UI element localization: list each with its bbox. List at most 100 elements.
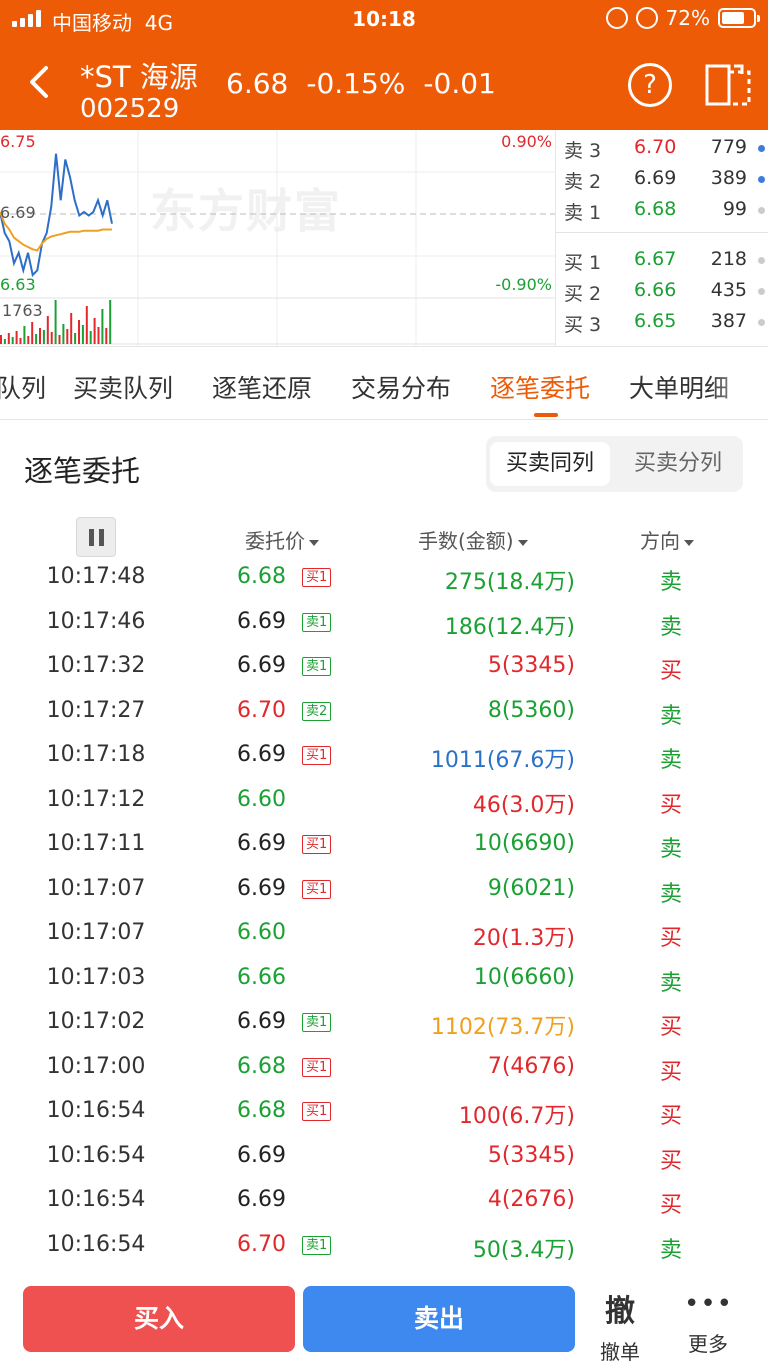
ask-volume: 779 <box>710 136 747 158</box>
switch-view-icon[interactable] <box>704 62 752 108</box>
volume-bar <box>85 306 88 344</box>
order-book[interactable]: 卖 3 6.70 779 卖 2 6.69 389 卖 1 6.68 99 买 … <box>555 130 768 346</box>
order-direction: 买 <box>660 1059 683 1085</box>
order-amount: 46(3.0万) <box>472 792 575 818</box>
buy-button[interactable]: 买入 <box>23 1286 295 1352</box>
order-time: 10:17:48 <box>46 564 146 589</box>
dot-icon <box>758 145 765 152</box>
toggle-same-column[interactable]: 买卖同列 <box>490 442 610 486</box>
ask-row: 卖 3 6.70 779 <box>556 132 768 164</box>
order-direction: 卖 <box>660 703 683 729</box>
tab-queue[interactable]: 队列 <box>0 369 46 405</box>
order-row: 10:16:54 6.69 4(2676) 买 <box>0 1177 768 1221</box>
bid-price: 6.67 <box>634 248 677 270</box>
bid-row: 买 1 6.67 218 <box>556 244 768 276</box>
tab-trade-distribution[interactable]: 交易分布 <box>351 369 451 405</box>
stock-code: 002529 <box>80 94 180 124</box>
more-label: 更多 <box>688 1332 728 1356</box>
chart-pct-low-label: -0.90% <box>495 275 552 294</box>
cancel-order-button[interactable]: 撤 撤单 <box>596 1286 644 1365</box>
order-direction: 买 <box>660 1015 683 1040</box>
ask-label: 卖 3 <box>564 140 602 162</box>
order-price: 6.66 <box>237 964 286 990</box>
col-direction-header[interactable]: 方向 <box>640 525 694 554</box>
ask-label: 卖 1 <box>564 202 602 224</box>
col-price-header[interactable]: 委托价 <box>245 525 319 554</box>
more-button[interactable]: ••• 更多 <box>684 1290 732 1357</box>
col-amount-header[interactable]: 手数(金额) <box>418 525 528 554</box>
alarm-icon <box>635 7 658 29</box>
depth-divider <box>556 232 768 233</box>
bid-label: 买 1 <box>564 252 602 274</box>
tab-tick-orders[interactable]: 逐笔委托 <box>490 369 590 405</box>
order-row: 10:16:54 6.68 100(6.7万) 买 买1 <box>0 1088 768 1132</box>
order-time: 10:17:18 <box>46 742 146 767</box>
order-price: 6.69 <box>237 831 286 856</box>
order-direction: 卖 <box>660 570 683 595</box>
order-direction: 卖 <box>660 1237 683 1263</box>
stock-name: *ST 海源 <box>80 60 198 94</box>
dot-icon <box>758 319 765 326</box>
volume-bar <box>42 330 45 344</box>
order-time: 10:16:54 <box>46 1187 146 1212</box>
order-direction: 卖 <box>660 614 683 640</box>
tab-bid-ask-queue[interactable]: 买卖队列 <box>73 369 173 405</box>
order-direction: 买 <box>660 1104 683 1129</box>
bid-volume: 435 <box>710 279 747 301</box>
chart-high-label: 6.75 <box>0 132 36 151</box>
help-icon[interactable]: ? <box>628 63 672 107</box>
volume-bar <box>27 336 30 344</box>
order-level-tag: 卖2 <box>302 701 332 721</box>
volume-bar <box>62 324 65 344</box>
sort-caret-icon <box>684 539 694 546</box>
volume-bar <box>46 316 49 344</box>
more-icon: ••• <box>684 1289 734 1319</box>
chart-svg <box>0 130 555 346</box>
back-icon[interactable] <box>24 60 60 104</box>
order-level-tag: 卖1 <box>302 1235 332 1255</box>
ask-label: 卖 2 <box>564 171 602 193</box>
order-amount: 186(12.4万) <box>444 614 575 640</box>
battery-icon <box>718 8 760 28</box>
order-price: 6.68 <box>237 1098 286 1123</box>
order-price: 6.69 <box>237 1187 286 1212</box>
order-time: 10:17:00 <box>46 1053 146 1079</box>
order-amount: 10(6660) <box>473 964 575 990</box>
order-amount: 1102(73.7万) <box>430 1015 575 1040</box>
volume-bar <box>66 329 69 344</box>
order-level-tag: 买1 <box>302 746 332 765</box>
tab-tick-restore[interactable]: 逐笔还原 <box>212 369 312 405</box>
order-price: 6.68 <box>237 1053 286 1079</box>
order-direction: 买 <box>660 1148 683 1174</box>
order-row: 10:16:54 6.70 50(3.4万) 卖 卖1 <box>0 1222 768 1266</box>
bid-label: 买 3 <box>564 314 602 336</box>
section-title: 逐笔委托 <box>24 454 141 488</box>
order-price: 6.70 <box>237 1231 286 1257</box>
pause-icon[interactable] <box>76 517 116 557</box>
toggle-split-column[interactable]: 买卖分列 <box>618 442 738 486</box>
sell-button[interactable]: 卖出 <box>303 1286 575 1352</box>
order-direction: 卖 <box>660 748 683 773</box>
order-price: 6.69 <box>237 742 286 767</box>
order-amount: 1011(67.6万) <box>430 748 575 773</box>
intraday-chart[interactable]: 东方财富 6.75 6.69 6.63 0.90% -0.90% 1763 <box>0 130 555 346</box>
order-time: 10:17:03 <box>46 964 146 990</box>
ask-volume: 389 <box>710 167 747 189</box>
order-time: 10:17:27 <box>46 697 146 723</box>
order-level-tag: 卖1 <box>302 1013 332 1032</box>
volume-bar <box>81 325 84 344</box>
order-time: 10:17:02 <box>46 1009 146 1034</box>
order-time: 10:17:07 <box>46 875 146 901</box>
ask-row: 卖 1 6.68 99 <box>556 194 768 226</box>
rotation-lock-icon <box>605 7 628 29</box>
volume-bar <box>101 309 104 344</box>
volume-bar <box>19 338 22 344</box>
volume-bar <box>74 333 77 344</box>
order-level-tag: 卖1 <box>302 612 332 632</box>
sort-caret-icon <box>517 539 528 546</box>
order-time: 10:16:54 <box>46 1098 146 1123</box>
bid-row: 买 3 6.65 387 <box>556 306 768 338</box>
volume-bar <box>39 328 41 344</box>
order-row: 10:17:07 6.60 20(1.3万) 买 <box>0 910 768 954</box>
order-price: 6.60 <box>237 920 286 945</box>
